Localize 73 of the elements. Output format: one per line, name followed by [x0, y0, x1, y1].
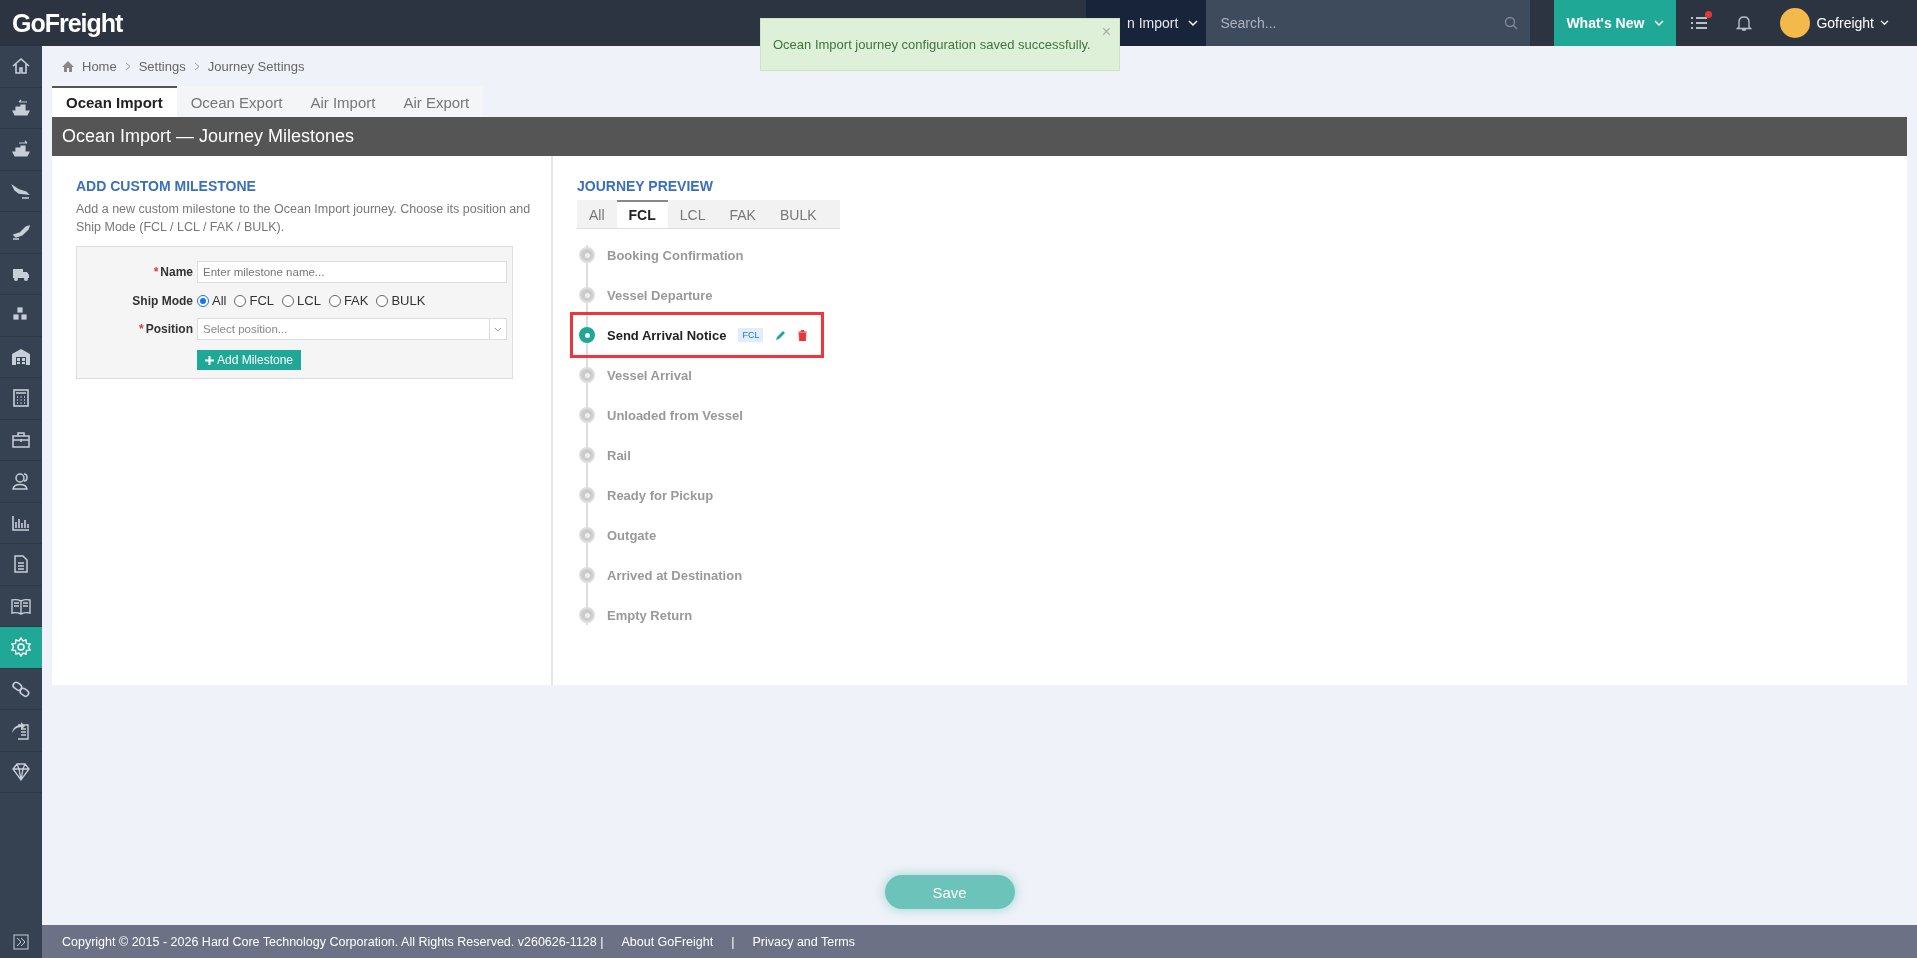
caret-icon [1880, 20, 1889, 26]
required-mark: * [139, 322, 144, 336]
radio-button[interactable] [197, 294, 209, 307]
breadcrumb-link[interactable]: Home [82, 58, 117, 74]
milestone-label: Empty Return [607, 607, 693, 623]
chevron-icon [193, 61, 200, 71]
milestone-label: Unloaded from Vessel [607, 407, 743, 423]
add-milestone-button[interactable]: Add Milestone [197, 350, 302, 370]
panel-title: Ocean Import — Journey Milestones [52, 117, 1907, 156]
caret-icon [494, 326, 502, 332]
list-icon[interactable] [1690, 15, 1709, 31]
copyright-text: Copyright © 2015 - 2026 Hard Core Technology Corporation. All Rights Reserved. v260626-1128 | [62, 934, 604, 949]
bell-icon[interactable] [1736, 14, 1753, 32]
radio-button[interactable] [376, 294, 389, 307]
radio-label[interactable]: FAK [343, 293, 369, 308]
radio-label[interactable]: LCL [297, 293, 321, 308]
milestone-label: Rail [607, 447, 631, 463]
whats-new-button[interactable]: What's New [1554, 0, 1677, 46]
field-label: Name [160, 265, 193, 279]
milestone-label: Outgate [607, 527, 657, 543]
breadcrumb-link[interactable]: Settings [138, 58, 186, 74]
search-icon [1504, 16, 1519, 30]
milestone-label: Send Arrival Notice [607, 327, 727, 343]
radio-button[interactable] [234, 294, 247, 307]
milestone-label: Booking Confirmation [607, 247, 744, 263]
milestone-label: Vessel Departure [607, 287, 713, 303]
separator: | [731, 934, 735, 949]
trash-icon[interactable] [798, 329, 808, 341]
chevron-icon [124, 61, 131, 71]
logo[interactable]: GoFreight [0, 8, 123, 38]
settings-icon [10, 636, 32, 659]
caret-icon [1188, 19, 1199, 27]
radio-button[interactable] [328, 294, 341, 307]
section-heading: JOURNEY PREVIEW [577, 178, 714, 194]
required-mark: * [153, 265, 159, 279]
description: Add a new custom milestone to the Ocean Import journey. Choose its position and Ship Mode (FCL / LCL / FAK / BULK). [76, 201, 531, 236]
tab[interactable]: Ocean Import [52, 86, 177, 117]
tab[interactable]: Air Import [296, 86, 390, 117]
search-input[interactable]: Search... [1218, 14, 1497, 32]
avatar [1780, 8, 1811, 38]
milestone-label: Vessel Arrival [607, 367, 692, 383]
section-heading: ADD CUSTOM MILESTONE [76, 178, 257, 194]
filter-tab[interactable]: BULK [767, 200, 829, 228]
home-icon [62, 60, 74, 72]
footer-link[interactable]: Privacy and Terms [752, 934, 856, 949]
name-field[interactable]: Enter milestone name... [197, 261, 507, 283]
radio-label[interactable]: FCL [249, 293, 274, 308]
milestone-label: Arrived at Destination [607, 567, 743, 583]
filter-tab[interactable]: FCL [616, 200, 668, 228]
diamond-icon [10, 760, 32, 783]
tab[interactable]: Air Export [389, 86, 484, 117]
filter-tab[interactable]: LCL [667, 200, 718, 228]
filter-tab[interactable]: FAK [717, 200, 768, 228]
user-menu[interactable]: Gofreight [1766, 0, 1917, 46]
radio-button[interactable] [282, 294, 294, 307]
sidebar-item[interactable] [0, 627, 42, 669]
expand-icon[interactable] [13, 933, 29, 950]
radio-label[interactable]: All [212, 293, 227, 308]
document-share-icon [10, 719, 32, 742]
position-select[interactable]: Select position... [197, 318, 507, 340]
pencil-icon[interactable] [775, 329, 787, 341]
mode-badge: FCL [738, 328, 764, 342]
footer-link[interactable]: About GoFreight [621, 934, 714, 949]
radio-label[interactable]: BULK [391, 293, 426, 308]
field-label: Position [145, 322, 193, 336]
tab[interactable]: Ocean Export [176, 86, 297, 117]
milestone-label: Ready for Pickup [607, 487, 714, 503]
filter-tab[interactable]: All [577, 200, 617, 228]
calculator-icon [10, 387, 32, 410]
field-label: Ship Mode [132, 293, 193, 308]
caret-icon [1654, 19, 1665, 27]
plus-icon [205, 355, 214, 365]
search-field[interactable]: Search... [1206, 0, 1531, 46]
